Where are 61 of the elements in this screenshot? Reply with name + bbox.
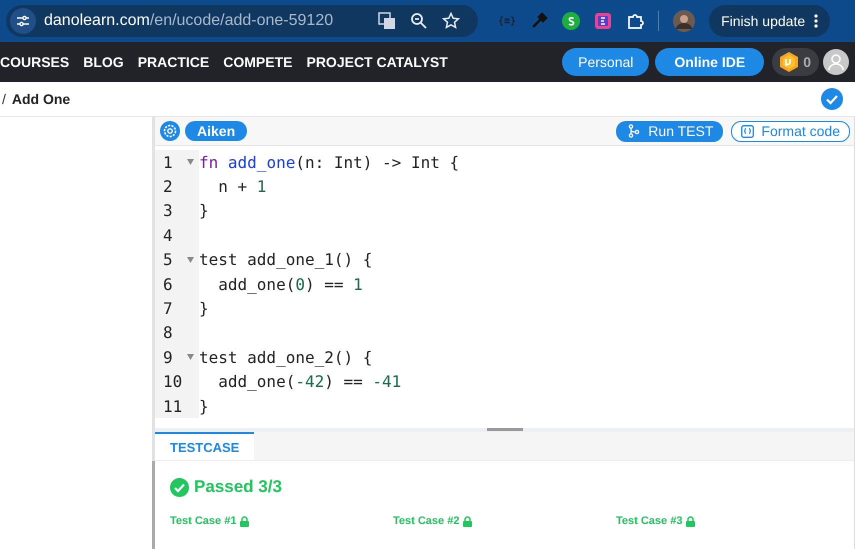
line-number: 1: [163, 152, 174, 172]
result-summary: Passed 3/3: [194, 477, 282, 497]
resize-handle[interactable]: [487, 428, 523, 431]
test-case-label[interactable]: Test Case #2: [393, 515, 460, 527]
line-number: 5: [163, 250, 174, 270]
fold-arrow-icon[interactable]: [187, 354, 194, 360]
line-number: 9: [163, 348, 174, 367]
branch-icon: [628, 124, 640, 138]
line-number: 3: [163, 201, 174, 220]
breadcrumb-separator: /: [2, 91, 6, 107]
test-case-label[interactable]: Test Case #1: [170, 515, 236, 527]
line-number: 10: [163, 372, 184, 392]
fold-arrow-icon[interactable]: [187, 256, 194, 263]
coin-icon: [780, 52, 798, 72]
line-number: 8: [163, 323, 174, 342]
s-circle-icon[interactable]: [562, 12, 580, 30]
puzzle-icon[interactable]: [626, 12, 644, 30]
user-avatar-icon[interactable]: [823, 49, 849, 75]
nav-link[interactable]: COMPETE: [223, 54, 292, 70]
run-test-button[interactable]: Run TEST: [616, 120, 724, 142]
personal-button[interactable]: Personal: [562, 48, 650, 76]
code-line: test add_one_2() {: [199, 348, 372, 367]
extension-icon[interactable]: {≡}: [498, 16, 516, 26]
more-icon: [814, 14, 818, 28]
url-text: danolearn.com/en/ucode/add-one-59120: [44, 12, 334, 30]
zoom-icon[interactable]: [410, 12, 428, 30]
code-line: }: [199, 201, 209, 220]
address-bar[interactable]: danolearn.com/en/ucode/add-one-59120: [6, 5, 478, 37]
star-icon[interactable]: [442, 12, 460, 30]
line-number: 11: [163, 396, 184, 416]
line-number: 4: [163, 226, 174, 245]
nav-link[interactable]: COURSES: [0, 54, 70, 70]
gradient-square-icon[interactable]: [594, 12, 612, 30]
line-number: 2: [163, 177, 174, 196]
test-case-label[interactable]: Test Case #3: [616, 515, 682, 527]
site-settings-icon[interactable]: [10, 8, 36, 34]
nav-link[interactable]: PROJECT CATALYST: [306, 54, 448, 70]
braces-icon: [741, 124, 754, 138]
nav-link[interactable]: PRACTICE: [138, 54, 210, 70]
coin-count: 0: [803, 54, 811, 70]
translate-icon[interactable]: [378, 12, 396, 30]
nav-link[interactable]: BLOG: [83, 54, 124, 70]
language-button[interactable]: Aiken: [185, 121, 248, 141]
finish-update-button[interactable]: Finish update: [709, 5, 830, 37]
problem-title: Add One: [12, 91, 70, 107]
code-line: }: [199, 396, 209, 416]
line-number: 7: [163, 299, 174, 318]
testcase-tab[interactable]: TESTCASE: [155, 432, 254, 460]
avatar-icon[interactable]: [673, 10, 696, 32]
format-code-button[interactable]: Format code: [731, 120, 850, 142]
coin-counter[interactable]: 0: [772, 48, 819, 76]
code-line: add_one(0) == 1: [217, 274, 363, 294]
code-line: test add_one_1() {: [199, 250, 372, 270]
fold-arrow-icon[interactable]: [187, 159, 194, 166]
settings-icon[interactable]: [160, 121, 180, 141]
line-number: 6: [163, 274, 174, 294]
code-line: n + 1: [217, 177, 266, 196]
code-line: add_one(-42) == -41: [217, 372, 402, 392]
online-ide-button[interactable]: Online IDE: [655, 48, 764, 76]
code-line: fn add_one(n: Int) -> Int {: [199, 152, 460, 172]
code-line: }: [199, 299, 209, 318]
